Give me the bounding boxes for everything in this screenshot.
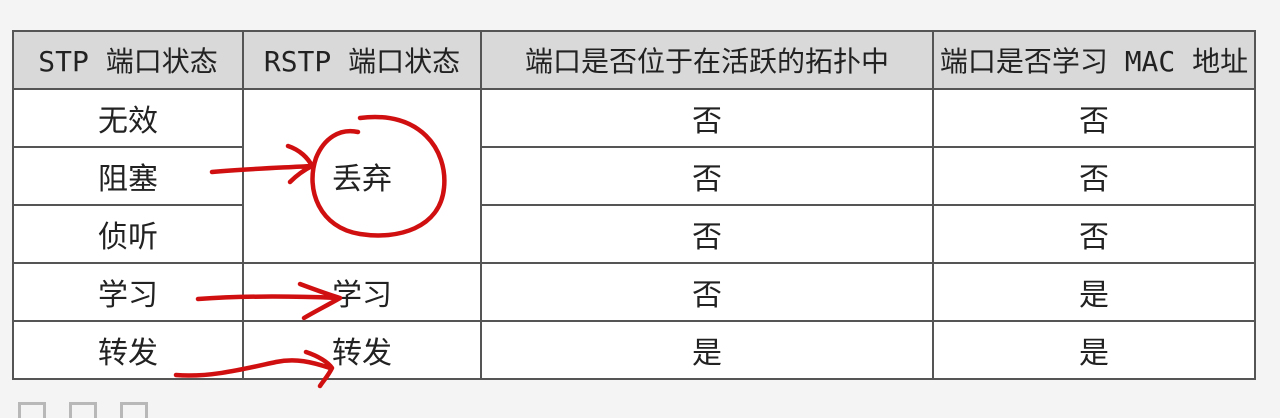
partial-toolbar-edge	[18, 402, 168, 418]
table-row: 转发 转发 是 是	[12, 320, 1256, 380]
active-topology-cell: 否	[480, 204, 934, 264]
learn-mac-cell: 是	[932, 320, 1256, 380]
cutoff-glyph	[69, 402, 98, 418]
rstp-state-cell: 学习	[242, 262, 482, 322]
screenshot-stage: STP 端口状态 RSTP 端口状态 端口是否位于在活跃的拓扑中 端口是否学习 …	[0, 0, 1280, 418]
rstp-state-cell-discard: 丢弃	[242, 88, 482, 264]
cutoff-glyph	[18, 402, 46, 418]
table-row: 无效 丢弃 否 否	[12, 88, 1256, 264]
table-row: 阻塞 否 否	[12, 146, 1256, 206]
stp-state-cell: 无效	[12, 88, 244, 148]
header-stp-port-state: STP 端口状态	[12, 30, 244, 90]
header-active-topology: 端口是否位于在活跃的拓扑中	[480, 30, 934, 90]
active-topology-cell: 是	[480, 320, 934, 380]
stp-rstp-state-table: STP 端口状态 RSTP 端口状态 端口是否位于在活跃的拓扑中 端口是否学习 …	[12, 30, 1256, 380]
rstp-state-cell: 转发	[242, 320, 482, 380]
learn-mac-cell: 否	[932, 204, 1256, 264]
active-topology-cell: 否	[480, 262, 934, 322]
learn-mac-cell: 是	[932, 262, 1256, 322]
learn-mac-cell: 否	[932, 146, 1256, 206]
header-learn-mac: 端口是否学习 MAC 地址	[932, 30, 1256, 90]
stp-state-cell: 侦听	[12, 204, 244, 264]
table-row: 侦听 否 否	[12, 204, 1256, 264]
cutoff-glyph	[120, 402, 149, 418]
stp-state-cell: 转发	[12, 320, 244, 380]
stp-state-cell: 学习	[12, 262, 244, 322]
table-header-row: STP 端口状态 RSTP 端口状态 端口是否位于在活跃的拓扑中 端口是否学习 …	[12, 30, 1256, 90]
header-rstp-port-state: RSTP 端口状态	[242, 30, 482, 90]
learn-mac-cell: 否	[932, 88, 1256, 148]
stp-state-cell: 阻塞	[12, 146, 244, 206]
table-row: 学习 学习 否 是	[12, 262, 1256, 322]
active-topology-cell: 否	[480, 88, 934, 148]
active-topology-cell: 否	[480, 146, 934, 206]
